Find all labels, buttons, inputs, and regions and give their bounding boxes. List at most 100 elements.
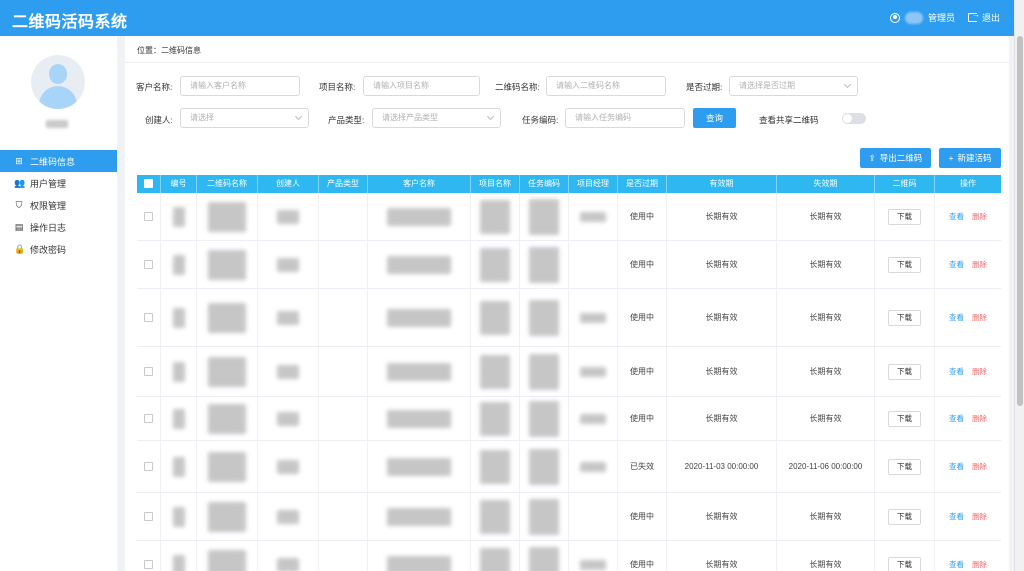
download-button[interactable]: 下载 [888,363,921,380]
view-link[interactable]: 查看 [949,259,964,270]
col-header-invalid[interactable]: 失效期 [777,175,875,193]
page-scrollbar[interactable] [1014,0,1024,571]
row-checkbox[interactable] [144,313,153,322]
row-checkbox[interactable] [144,212,153,221]
redacted-value [277,557,299,571]
role-label: 管理员 [927,13,955,23]
redacted-cell [258,441,319,492]
download-cell: 下载 [875,397,935,440]
view-link[interactable]: 查看 [949,559,964,570]
invalid-date: 长期有效 [777,397,875,440]
delete-link[interactable]: 删除 [972,259,987,270]
customer-input[interactable]: 请输入客户名称 [180,76,300,96]
new-qrcode-button[interactable]: + 新建活码 [939,148,1001,168]
task-code-label: 任务编码: [522,115,559,125]
delete-link[interactable]: 删除 [972,366,987,377]
sidebar-item-users[interactable]: 👥 用户管理 [0,172,117,194]
sidebar-item-logs[interactable]: ▤ 操作日志 [0,216,117,238]
row-checkbox[interactable] [144,560,153,569]
invalid-date: 长期有效 [777,193,875,240]
col-header-task-code[interactable]: 任务编码 [520,175,569,193]
qrcode-name-input[interactable]: 请输入二维码名称 [546,76,666,96]
query-button[interactable]: 查询 [693,108,736,128]
scrollbar-thumb[interactable] [1017,36,1023,406]
valid-date: 长期有效 [667,541,777,571]
table-row[interactable]: 使用中 长期有效 长期有效 下载 查看 删除 [137,241,1001,289]
table-row[interactable]: 已失效 2020-11-03 00:00:00 2020-11-06 00:00:0… [137,441,1001,493]
col-header-project[interactable]: 项目名称 [471,175,520,193]
sidebar-item-label: 二维码信息 [30,156,76,167]
download-button[interactable]: 下载 [888,556,921,571]
product-type-select[interactable]: 请选择产品类型 [372,108,501,128]
download-button[interactable]: 下载 [888,208,921,225]
col-header-manager[interactable]: 项目经理 [569,175,618,193]
col-header-qrcode-name[interactable]: 二维码名称 [197,175,258,193]
export-qrcode-button[interactable]: ⇪ 导出二维码 [860,148,931,168]
grid-icon: ⊞ [15,156,23,166]
chevron-down-icon [294,112,303,121]
avatar [31,55,85,109]
valid-date: 长期有效 [667,241,777,288]
product-type-cell [319,397,368,440]
delete-link[interactable]: 删除 [972,413,987,424]
row-checkbox[interactable] [144,462,153,471]
col-header-creator[interactable]: 创建人 [258,175,319,193]
col-header-customer[interactable]: 客户名称 [368,175,471,193]
sidebar-item-permissions[interactable]: ⛉ 权限管理 [0,194,117,216]
table-row[interactable]: 使用中 长期有效 长期有效 下载 查看 删除 [137,541,1001,571]
table-row[interactable]: 使用中 长期有效 长期有效 下载 查看 删除 [137,397,1001,441]
delete-link[interactable]: 删除 [972,559,987,570]
table-row[interactable]: 使用中 长期有效 长期有效 下载 查看 删除 [137,493,1001,541]
row-checkbox[interactable] [144,367,153,376]
delete-link[interactable]: 删除 [972,511,987,522]
shared-qrcode-toggle[interactable] [842,113,866,124]
row-checkbox[interactable] [144,512,153,521]
view-link[interactable]: 查看 [949,366,964,377]
download-button[interactable]: 下载 [888,309,921,326]
delete-link[interactable]: 删除 [972,211,987,222]
view-link[interactable]: 查看 [949,413,964,424]
sidebar-item-password[interactable]: 🔒 修改密码 [0,238,117,260]
avatar-head-shape [49,64,67,84]
download-cell: 下载 [875,493,935,540]
creator-select[interactable]: 请选择 [180,108,309,128]
table-row[interactable]: 使用中 长期有效 长期有效 下载 查看 删除 [137,193,1001,241]
logout-icon[interactable] [967,10,980,22]
redacted-cell [520,441,569,492]
row-checkbox[interactable] [144,414,153,423]
view-link[interactable]: 查看 [949,312,964,323]
table-header: 编号 二维码名称 创建人 产品类型 客户名称 项目名称 任务编码 项目经理 是否… [137,175,1001,193]
download-button[interactable]: 下载 [888,410,921,427]
table-row[interactable]: 使用中 长期有效 长期有效 下载 查看 删除 [137,289,1001,347]
expired-select[interactable]: 请选择是否过期 [729,76,858,96]
download-cell: 下载 [875,441,935,492]
download-button[interactable]: 下载 [888,508,921,525]
table-row[interactable]: 使用中 长期有效 长期有效 下载 查看 删除 [137,347,1001,397]
delete-link[interactable]: 删除 [972,312,987,323]
view-link[interactable]: 查看 [949,461,964,472]
product-type-cell [319,541,368,571]
expired-status: 使用中 [618,397,667,440]
task-code-input[interactable]: 请输入任务编码 [565,108,685,128]
col-header-expired[interactable]: 是否过期 [618,175,667,193]
redacted-value [208,501,246,532]
project-input[interactable]: 请输入项目名称 [363,76,480,96]
redacted-cell [258,241,319,288]
view-link[interactable]: 查看 [949,511,964,522]
row-checkbox[interactable] [144,260,153,269]
users-icon: 👥 [14,178,26,188]
logout-link[interactable]: 退出 [982,11,1000,24]
view-link[interactable]: 查看 [949,211,964,222]
download-button[interactable]: 下载 [888,256,921,273]
sidebar-item-qrcode-info[interactable]: ⊞ 二维码信息 [0,150,117,172]
col-header-actions[interactable]: 操作 [935,175,1001,193]
row-select-cell [137,347,161,396]
col-header-product-type[interactable]: 产品类型 [319,175,368,193]
col-header-qrcode[interactable]: 二维码 [875,175,935,193]
col-header-id[interactable]: 编号 [161,175,197,193]
col-header-valid[interactable]: 有效期 [667,175,777,193]
download-button[interactable]: 下载 [888,458,921,475]
creator-select-placeholder: 请选择 [190,113,214,122]
select-all-checkbox[interactable] [144,179,153,188]
delete-link[interactable]: 删除 [972,461,987,472]
